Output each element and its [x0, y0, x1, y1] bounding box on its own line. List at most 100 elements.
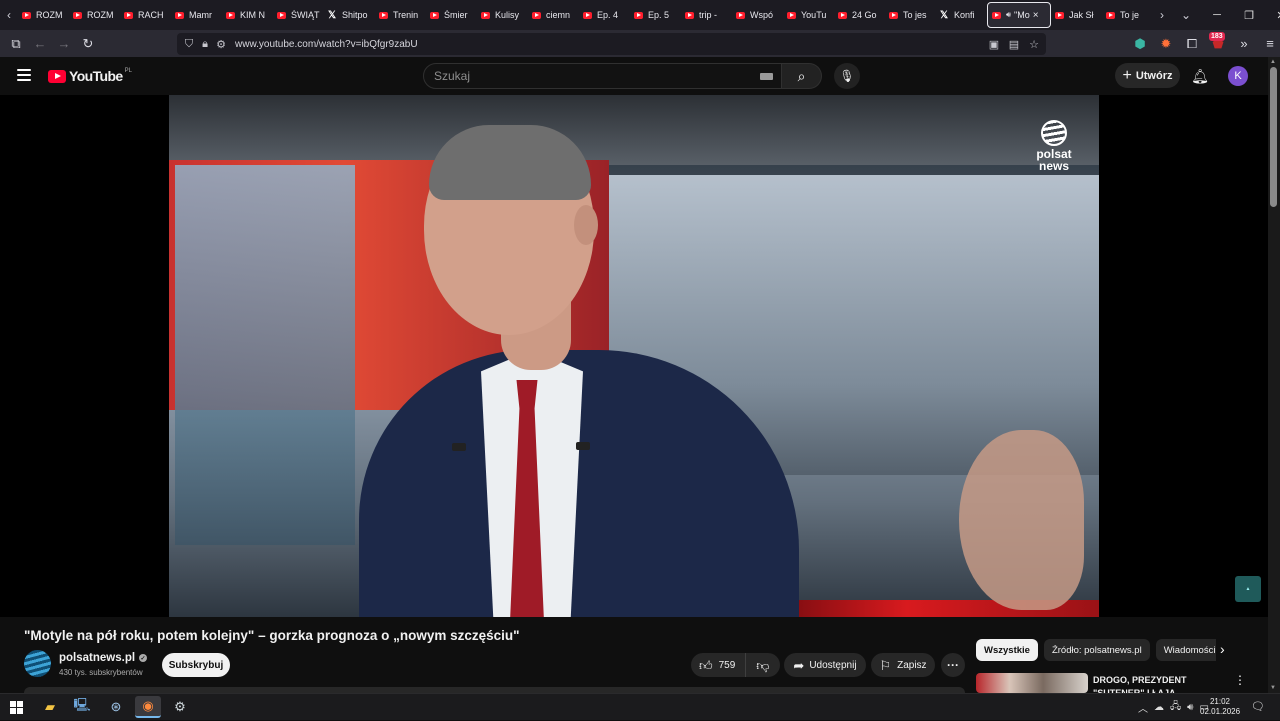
channel-branding-watermark[interactable]: ▲ — [1235, 576, 1261, 602]
browser-tab[interactable]: Kulisy — [477, 2, 528, 28]
fox-extension-icon[interactable]: ✹ — [1154, 32, 1178, 56]
firefox-icon[interactable]: ◉ — [135, 696, 161, 718]
chip-source[interactable]: Źródło: polsatnews.pl — [1043, 639, 1150, 661]
recommended-video[interactable]: DROGO, PREZYDENT "SUTENER" I ŁAJA UKRAIŃ… — [976, 673, 1264, 693]
system-clock[interactable]: 21:02 02.01.2026 — [1200, 697, 1240, 717]
browser-tab[interactable]: To je — [1102, 2, 1153, 28]
recommended-title[interactable]: DROGO, PREZYDENT "SUTENER" I ŁAJA UKRAIŃ… — [1093, 674, 1233, 693]
tab-label: Konfi — [954, 10, 975, 20]
picture-in-picture-icon[interactable]: ▣ — [986, 38, 1002, 51]
channel-avatar[interactable] — [24, 650, 51, 677]
browser-tab[interactable]: RACH — [120, 2, 171, 28]
youtube-header: YouTube PL Szukaj ⌕ 🎙︎ + Utwórz 🔔︎ K — [0, 57, 1268, 95]
browser-tab[interactable]: ŚWIĄT — [273, 2, 324, 28]
more-actions-button[interactable]: ··· — [941, 653, 965, 677]
browser-tab[interactable]: To jes — [885, 2, 936, 28]
browser-tab[interactable]: Ep. 4 — [579, 2, 630, 28]
browser-tab[interactable]: Jak Sł — [1051, 2, 1102, 28]
close-window-icon[interactable]: ✕ — [1265, 0, 1280, 30]
browser-tab[interactable]: Trenin — [375, 2, 426, 28]
bookmark-star-icon[interactable]: ☆ — [1026, 38, 1042, 51]
account-avatar[interactable]: K — [1228, 66, 1248, 86]
keyboard-icon[interactable] — [760, 73, 773, 80]
tab-audio-icon[interactable]: 🔊︎ — [1006, 10, 1011, 20]
steam-icon[interactable]: ⊛ — [103, 696, 129, 718]
guide-menu-icon[interactable] — [14, 65, 34, 85]
voice-search-button[interactable]: 🎙︎ — [834, 63, 860, 89]
file-explorer-icon[interactable]: ▰ — [37, 696, 63, 718]
channel-name-link[interactable]: polsatnews.pl ✓ — [59, 652, 148, 664]
back-icon[interactable]: ← — [28, 32, 52, 56]
tab-close-icon[interactable]: × — [1033, 10, 1039, 21]
recommended-menu-icon[interactable]: ⋮ — [1234, 673, 1246, 687]
tracking-protection-icon[interactable]: ⛉ — [181, 38, 197, 51]
reload-icon[interactable]: ↻ — [76, 32, 100, 56]
restore-window-icon[interactable]: ❐ — [1233, 0, 1265, 30]
overflow-menu-icon[interactable]: » — [1232, 32, 1256, 56]
save-button[interactable]: ⚐ Zapisz — [871, 653, 935, 677]
tabs-scroll-right-icon[interactable]: › — [1153, 0, 1171, 30]
computer-app-icon[interactable]: 🖳 — [69, 696, 95, 718]
browser-tab[interactable]: Mamr — [171, 2, 222, 28]
browser-tab[interactable]: KIM N — [222, 2, 273, 28]
notifications-bell-icon[interactable]: 🔔︎ — [1190, 66, 1210, 86]
tabs-scroll-left-icon[interactable]: ‹ — [0, 0, 18, 30]
chip-news[interactable]: Wiadomości — [1155, 639, 1216, 661]
youtube-play-icon — [48, 69, 66, 83]
browser-tab-active[interactable]: 🔊︎ "Mo × — [987, 2, 1051, 28]
chips-next-icon[interactable]: › — [1220, 641, 1236, 659]
page-scrollbar[interactable]: ▲ ▼ — [1268, 57, 1280, 693]
extensions-puzzle-icon[interactable]: ⧠ — [1180, 32, 1204, 56]
cloud-icon[interactable]: ☁ — [1154, 702, 1164, 713]
browser-tab[interactable]: ciemn — [528, 2, 579, 28]
video-frame[interactable]: polsat news — [169, 95, 1099, 617]
x-icon: 𝕏 — [940, 9, 949, 21]
tray-overflow-icon[interactable]: ︿ — [1138, 700, 1148, 715]
search-input[interactable]: Szukaj — [423, 63, 782, 89]
browser-tab[interactable]: Wspó — [732, 2, 783, 28]
app-menu-icon[interactable]: ≡ — [1258, 32, 1280, 56]
browser-tab[interactable]: 𝕏 Konfi — [936, 2, 987, 28]
browser-tab[interactable]: Ep. 5 — [630, 2, 681, 28]
subscribe-button[interactable]: Subskrybuj — [162, 653, 230, 677]
scroll-up-icon[interactable]: ▲ — [1270, 59, 1276, 65]
polsat-globe-icon — [1041, 120, 1067, 146]
tab-label: ROZM — [87, 10, 114, 20]
browser-tab[interactable]: trip - — [681, 2, 732, 28]
start-button[interactable] — [3, 696, 29, 718]
like-button[interactable]: 👍︎ 759 — [691, 653, 747, 677]
misc-app-icon[interactable]: ⚙ — [167, 696, 193, 718]
lapel-microphone — [576, 442, 590, 450]
scrollbar-thumb[interactable] — [1270, 67, 1277, 207]
chip-all[interactable]: Wszystkie — [976, 639, 1038, 661]
reader-view-icon[interactable]: ▤ — [1006, 38, 1022, 51]
browser-tab[interactable]: 𝕏 Shitpo — [324, 2, 375, 28]
volume-icon[interactable]: 🔊︎ — [1187, 702, 1193, 713]
browser-tab[interactable]: ROZM — [69, 2, 120, 28]
list-all-tabs-icon[interactable]: ⌄ — [1171, 0, 1201, 30]
video-player[interactable]: polsat news ▲ — [0, 95, 1268, 617]
browser-tab[interactable]: YouTu — [783, 2, 834, 28]
sidebar-toggle-icon[interactable]: ⧉ — [4, 32, 28, 56]
microphone-icon: 🎙︎ — [839, 69, 855, 83]
scroll-down-icon[interactable]: ▼ — [1270, 685, 1276, 691]
address-bar[interactable]: ⛉ 🔒︎ ⚙ www.youtube.com/watch?v=ibQfgr9za… — [177, 33, 1046, 55]
permissions-icon[interactable]: ⚙ — [213, 38, 229, 51]
search-button[interactable]: ⌕ — [782, 63, 822, 89]
dislike-button[interactable]: 👎︎ — [746, 658, 779, 673]
toolbar-extensions: ⬢ ✹ ⧠ ⬟ » ≡ — [1128, 30, 1280, 57]
forward-icon[interactable]: → — [52, 32, 76, 56]
browser-tab[interactable]: ROZM — [18, 2, 69, 28]
notification-center-icon[interactable]: 🗨︎ — [1251, 700, 1265, 713]
share-button[interactable]: ➦ Udostępnij — [784, 653, 866, 677]
create-button[interactable]: + Utwórz — [1115, 63, 1180, 88]
browser-tab[interactable]: 24 Go — [834, 2, 885, 28]
recommended-thumbnail[interactable] — [976, 673, 1088, 693]
browser-tab[interactable]: Śmier — [426, 2, 477, 28]
network-icon[interactable]: 🖧 — [1170, 699, 1181, 716]
lock-icon[interactable]: 🔒︎ — [197, 38, 213, 51]
youtube-logo[interactable]: YouTube PL — [48, 68, 132, 84]
tab-strip: ROZM ROZM RACH Mamr KIM N ŚWIĄT 𝕏 Shitpo Trenin Ś… — [18, 0, 1153, 30]
minimize-window-icon[interactable]: ─ — [1201, 0, 1233, 30]
vpn-shield-icon[interactable]: ⬢ — [1128, 32, 1152, 56]
